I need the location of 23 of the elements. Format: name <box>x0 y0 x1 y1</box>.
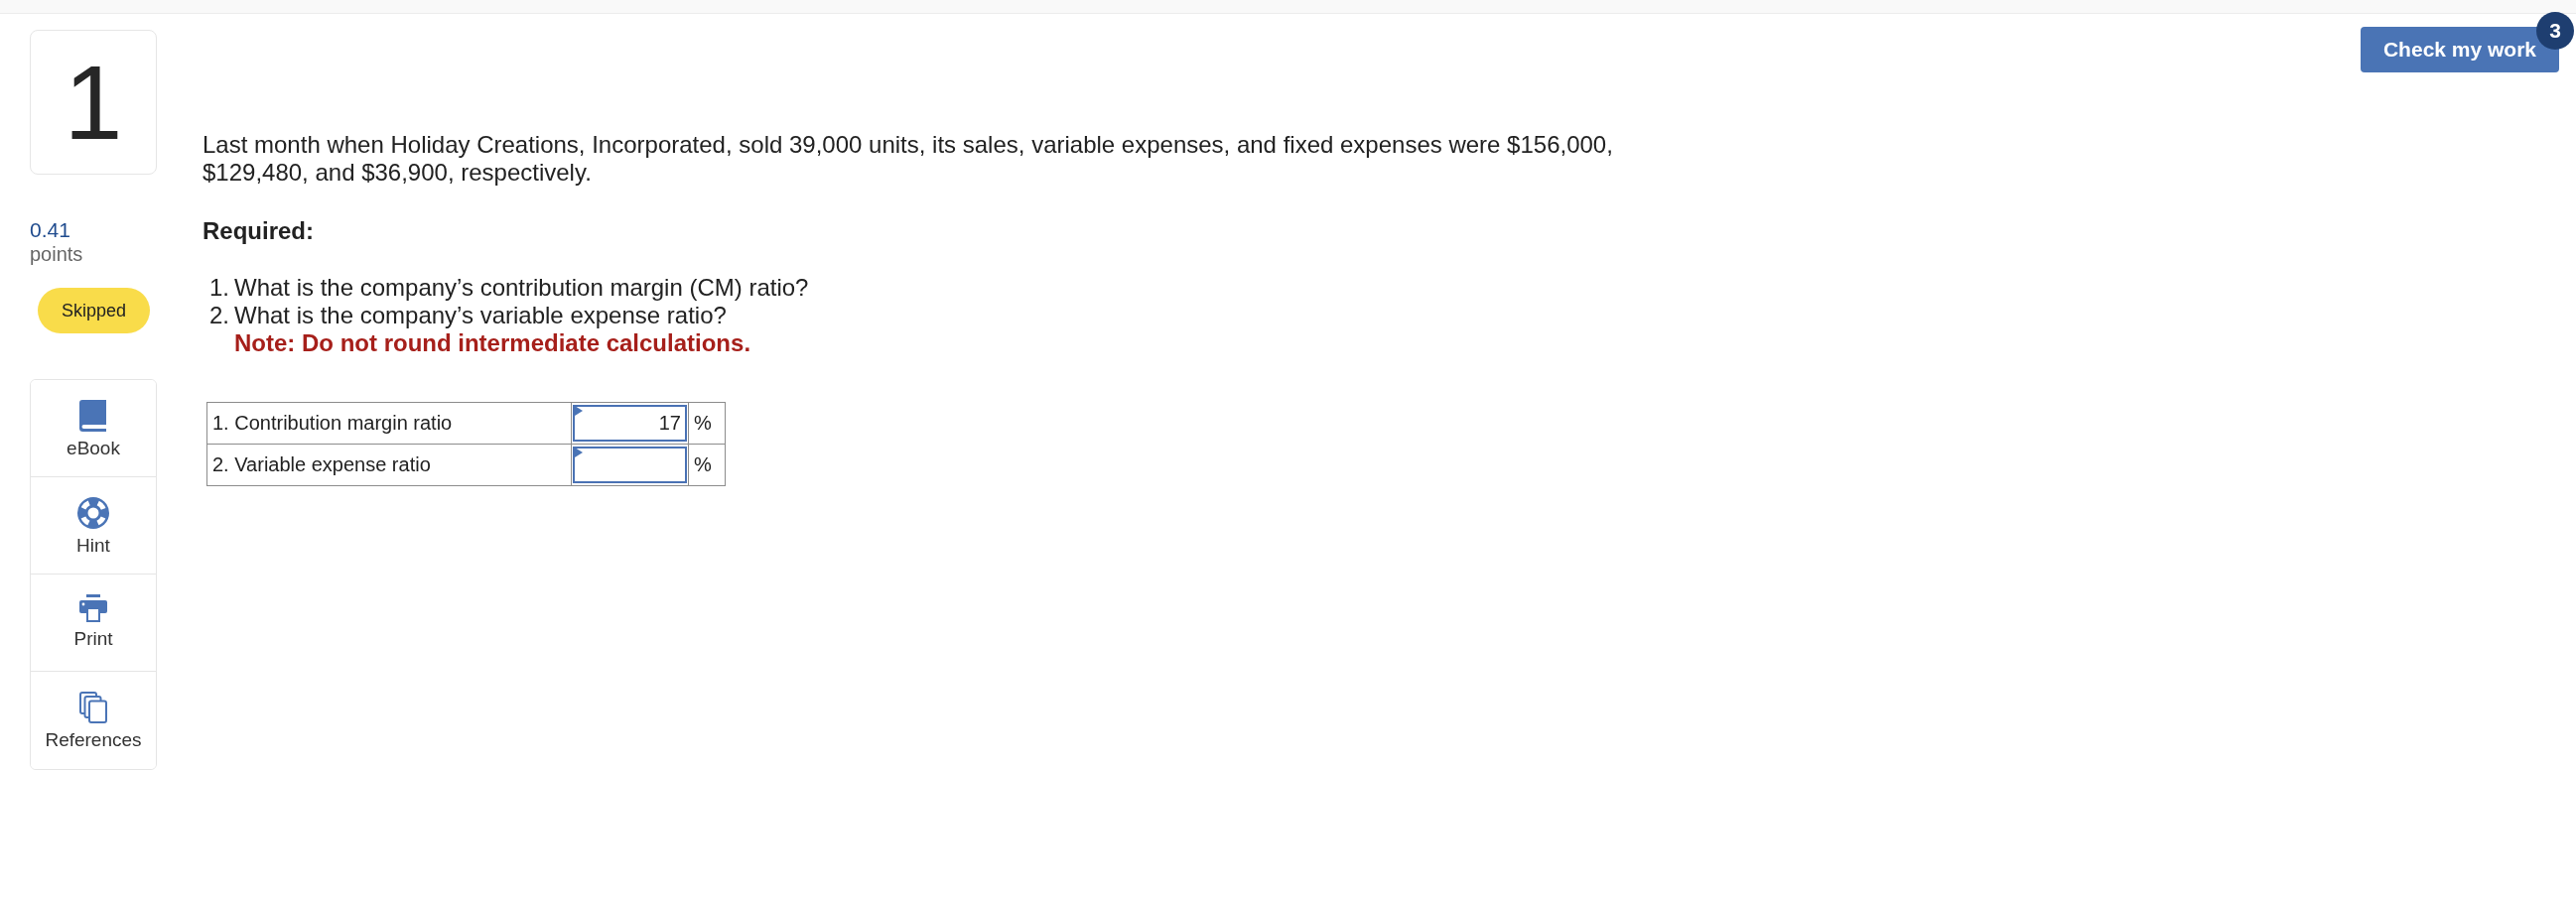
book-icon <box>78 400 108 432</box>
points-label: points <box>30 242 83 266</box>
status-tag: Skipped <box>38 288 150 333</box>
unit-label: % <box>688 402 726 445</box>
row-label: 2. Variable expense ratio <box>206 444 572 486</box>
question-text: What is the company’s variable expense ratio? <box>234 302 727 329</box>
unit-label: % <box>688 444 726 486</box>
ebook-button[interactable]: eBook <box>31 380 156 477</box>
count-badge: 3 <box>2536 12 2574 50</box>
required-heading: Required: <box>203 217 315 245</box>
stacked-pages-icon <box>79 692 107 723</box>
question-number: 1 <box>64 50 123 155</box>
lifebuoy-icon <box>77 497 109 529</box>
item-number: 1. <box>208 274 229 302</box>
question-text: What is the company’s contribution margin (CM) ratio? <box>234 274 809 302</box>
answer-input[interactable]: 17 <box>573 405 687 442</box>
row-label: 1. Contribution margin ratio <box>206 402 572 445</box>
printer-icon <box>79 594 107 622</box>
points-value: 0.41 <box>30 218 70 242</box>
note-text: Note: Do not round intermediate calculations. <box>234 329 752 357</box>
problem-text: Last month when Holiday Creations, Incorporated, sold 39,000 units, its sales, variable expenses, and fixed expenses were $156,000, $129,480, and $36,900, respectively. <box>203 131 1614 187</box>
item-number: 2. <box>208 302 229 329</box>
answer-input[interactable] <box>573 447 687 483</box>
